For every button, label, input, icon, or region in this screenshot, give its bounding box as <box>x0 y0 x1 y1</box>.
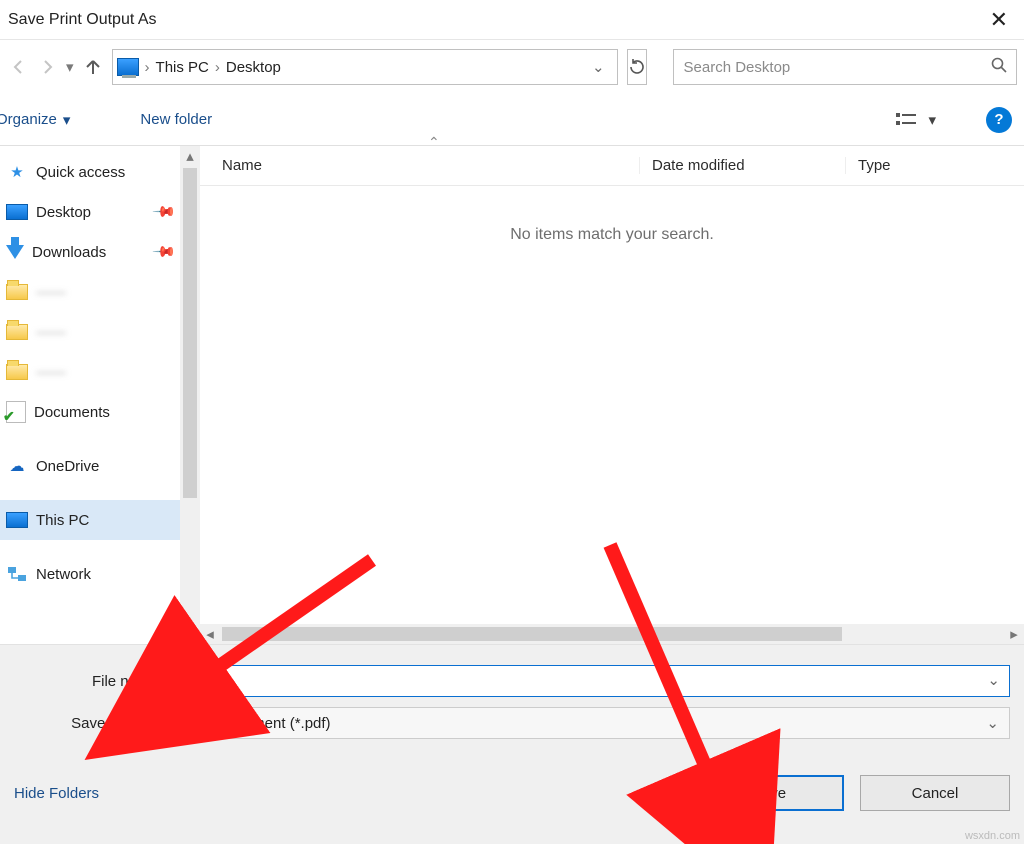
nav-sidebar: ★ Quick access Desktop 📌 Downloads 📌 —— … <box>0 146 200 644</box>
sidebar-label: OneDrive <box>36 458 99 475</box>
organize-label: Organize <box>0 111 57 128</box>
sidebar-item-desktop[interactable]: Desktop 📌 <box>0 192 200 232</box>
search-box[interactable] <box>673 49 1017 85</box>
folder-icon <box>6 284 28 300</box>
filetype-select[interactable]: PDF Document (*.pdf) ⌄ <box>172 707 1010 739</box>
watermark: wsxdn.com <box>965 830 1020 842</box>
cancel-button[interactable]: Cancel <box>860 775 1010 811</box>
sidebar-label-blurred: —— <box>36 324 66 341</box>
scroll-right-icon[interactable]: ▸ <box>1004 624 1024 644</box>
address-dropdown-icon[interactable]: ⌄ <box>592 58 605 76</box>
sidebar-item-downloads[interactable]: Downloads 📌 <box>0 232 200 272</box>
sidebar-item-quick-access[interactable]: ★ Quick access <box>0 152 200 192</box>
pin-icon: 📌 <box>152 199 178 225</box>
sidebar-item-network[interactable]: Network <box>0 554 200 594</box>
back-icon[interactable] <box>10 56 28 78</box>
nav-row: ▾ › This PC › Desktop ⌄ <box>0 40 1024 94</box>
sidebar-scrollbar[interactable]: ▴ ▾ <box>180 146 200 644</box>
forward-icon[interactable] <box>38 56 56 78</box>
save-button[interactable]: Save <box>694 775 844 811</box>
sidebar-item-onedrive[interactable]: ☁ OneDrive <box>0 446 200 486</box>
pc-icon <box>117 58 139 76</box>
file-list-panel: ⌃ Name Date modified Type No items match… <box>200 146 1024 644</box>
recent-dropdown-icon[interactable]: ▾ <box>66 56 74 78</box>
documents-icon <box>6 401 26 423</box>
toolbar: Organize ▾ New folder ▾ ? <box>0 94 1024 146</box>
monitor-icon <box>6 204 28 220</box>
breadcrumb-desktop[interactable]: Desktop <box>226 59 281 76</box>
empty-message: No items match your search. <box>200 186 1024 244</box>
view-options-button[interactable]: ▾ <box>896 111 936 129</box>
window-title: Save Print Output As <box>6 11 157 29</box>
sidebar-label-blurred: —— <box>36 364 66 381</box>
network-icon <box>6 563 28 585</box>
horizontal-scrollbar[interactable]: ◂ ▸ <box>200 624 1024 644</box>
chevron-down-icon: ▾ <box>63 111 71 129</box>
pin-icon: 📌 <box>152 239 178 265</box>
sidebar-item-documents[interactable]: Documents <box>0 392 200 432</box>
sidebar-label: This PC <box>36 512 89 529</box>
star-icon: ★ <box>6 161 28 183</box>
folder-icon <box>6 324 28 340</box>
chevron-down-icon: ▾ <box>928 111 936 129</box>
search-input[interactable] <box>682 58 982 77</box>
refresh-button[interactable] <box>627 49 647 85</box>
scroll-up-icon[interactable]: ▴ <box>180 146 200 166</box>
organize-menu[interactable]: Organize ▾ <box>0 111 70 129</box>
search-icon[interactable] <box>990 56 1008 78</box>
sidebar-label: Downloads <box>32 244 106 261</box>
sidebar-label-blurred: —— <box>36 284 66 301</box>
sidebar-item-folder[interactable]: —— <box>0 272 200 312</box>
chevron-down-icon: ⌄ <box>986 714 999 732</box>
download-icon <box>6 245 24 259</box>
scroll-thumb[interactable] <box>183 168 197 498</box>
sidebar-item-thispc[interactable]: This PC <box>0 500 200 540</box>
up-icon[interactable] <box>84 56 102 78</box>
folder-icon <box>6 364 28 380</box>
filetype-value: PDF Document (*.pdf) <box>183 715 331 732</box>
title-bar: Save Print Output As ✕ <box>0 0 1024 40</box>
filename-input[interactable] <box>172 665 1010 697</box>
column-header-type[interactable]: Type <box>846 157 1024 174</box>
column-header-date[interactable]: Date modified <box>640 157 846 174</box>
scroll-thumb[interactable] <box>222 627 842 641</box>
scroll-down-icon[interactable]: ▾ <box>180 624 200 644</box>
sidebar-label: Documents <box>34 404 110 421</box>
chevron-right-icon: › <box>215 59 220 76</box>
chevron-down-icon[interactable]: ⌄ <box>987 671 1000 689</box>
scroll-left-icon[interactable]: ◂ <box>200 624 220 644</box>
save-panel: File name: ⌄ Save as type: PDF Document … <box>0 644 1024 844</box>
cloud-icon: ☁ <box>6 455 28 477</box>
sidebar-label: Quick access <box>36 164 125 181</box>
breadcrumb-thispc[interactable]: This PC <box>156 59 209 76</box>
hide-folders-link[interactable]: Hide Folders <box>14 785 99 802</box>
view-icon <box>896 111 918 129</box>
address-bar[interactable]: › This PC › Desktop ⌄ <box>112 49 618 85</box>
sidebar-item-folder[interactable]: —— <box>0 312 200 352</box>
close-icon[interactable]: ✕ <box>982 3 1016 37</box>
chevron-right-icon: › <box>145 59 150 76</box>
column-headers: Name Date modified Type <box>200 146 1024 186</box>
sidebar-item-folder[interactable]: —— <box>0 352 200 392</box>
pc-icon <box>6 512 28 528</box>
sidebar-label: Desktop <box>36 204 91 221</box>
filetype-label: Save as type: <box>14 715 172 732</box>
column-header-name[interactable]: Name <box>200 157 640 174</box>
help-icon[interactable]: ? <box>986 107 1012 133</box>
main-area: ★ Quick access Desktop 📌 Downloads 📌 —— … <box>0 146 1024 644</box>
new-folder-button[interactable]: New folder <box>140 111 212 128</box>
filename-label: File name: <box>14 673 172 690</box>
sidebar-label: Network <box>36 566 91 583</box>
